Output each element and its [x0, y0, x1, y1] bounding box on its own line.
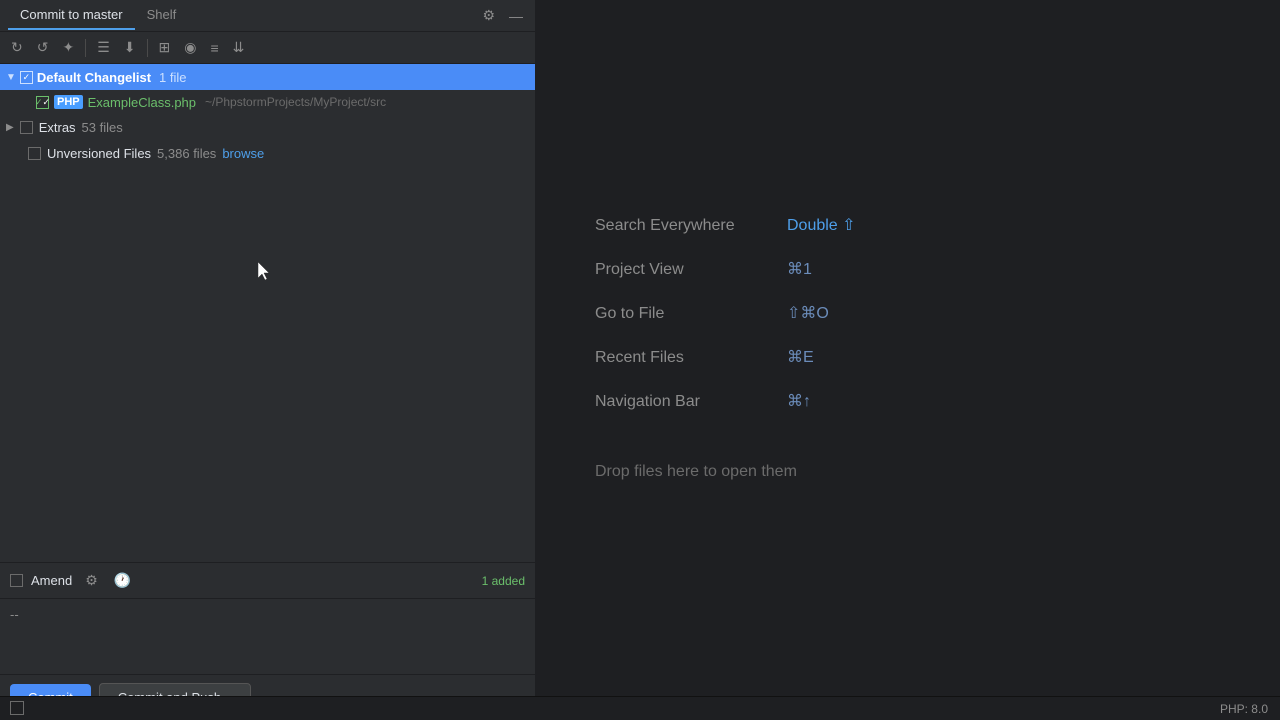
refresh-button[interactable]: ↻ — [6, 36, 28, 59]
php-file-icon: PHP — [54, 95, 83, 109]
project-key: ⌘1 — [787, 259, 812, 279]
amend-settings-icon[interactable]: ⚙ — [80, 569, 103, 592]
pin-button[interactable]: ✦ — [57, 36, 79, 59]
go-to-file-label: Go to File — [595, 305, 775, 323]
shortcut-row-nav: Navigation Bar ⌘↑ — [595, 391, 811, 411]
tree-view-button[interactable]: ⊞ — [154, 36, 176, 59]
unversioned-checkbox[interactable] — [28, 147, 41, 160]
download-button[interactable]: ⬇ — [119, 36, 141, 59]
tab-shelf[interactable]: Shelf — [135, 1, 189, 30]
settings-icon[interactable]: ⚙ — [478, 5, 499, 26]
left-panel: Commit to master Shelf ⚙ — ↻ ↺ ✦ ☰ ⬇ ⊞ ◉… — [0, 0, 535, 720]
project-view-label: Project View — [595, 261, 775, 279]
extras-chevron-icon: ▶ — [6, 122, 14, 133]
file-path: ~/PhpstormProjects/MyProject/src — [205, 95, 386, 109]
recent-files-label: Recent Files — [595, 349, 775, 367]
go-to-file-keys: ⇧⌘O — [787, 303, 829, 323]
recent-files-keys: ⌘E — [787, 347, 814, 367]
changelist-checkbox[interactable] — [20, 71, 33, 84]
amend-icons: ⚙ 🕐 — [80, 569, 136, 592]
file-tree: ▼ Default Changelist 1 file ✓ PHP Exampl… — [0, 64, 535, 562]
php-version-status: PHP: 8.0 — [1220, 702, 1268, 716]
amend-label: Amend — [31, 573, 72, 588]
navigation-bar-key: ⌘↑ — [787, 391, 811, 411]
navigation-bar-keys: ⌘↑ — [787, 391, 811, 411]
status-checkbox[interactable] — [10, 701, 24, 715]
changelist-label: Default Changelist — [37, 70, 151, 85]
shortcut-row-project: Project View ⌘1 — [595, 259, 812, 279]
toolbar: ↻ ↺ ✦ ☰ ⬇ ⊞ ◉ ≡ ⇊ — [0, 32, 535, 64]
preview-button[interactable]: ◉ — [179, 36, 201, 59]
amend-history-icon[interactable]: 🕐 — [109, 569, 136, 592]
chevron-down-icon: ▼ — [6, 72, 16, 83]
minimize-icon[interactable]: — — [505, 6, 527, 26]
file-checkbox[interactable]: ✓ — [36, 96, 49, 109]
project-view-keys: ⌘1 — [787, 259, 812, 279]
search-key: Double ⇧ — [787, 215, 856, 235]
browse-link[interactable]: browse — [222, 146, 264, 161]
file-row[interactable]: ✓ PHP ExampleClass.php ~/PhpstormProject… — [0, 90, 535, 114]
toolbar-separator-2 — [147, 39, 148, 57]
drop-files-row: Drop files here to open them — [595, 451, 797, 481]
commit-message-input[interactable]: -- — [0, 599, 535, 669]
search-everywhere-label: Search Everywhere — [595, 217, 775, 235]
unversioned-row[interactable]: Unversioned Files 5,386 files browse — [0, 140, 535, 166]
amend-left: Amend ⚙ 🕐 — [10, 569, 136, 592]
file-name: ExampleClass.php — [88, 95, 196, 110]
extras-checkbox[interactable] — [20, 121, 33, 134]
toolbar-separator-1 — [85, 39, 86, 57]
recent-files-key: ⌘E — [787, 347, 814, 367]
amend-bar: Amend ⚙ 🕐 1 added — [0, 562, 535, 598]
search-everywhere-keys: Double ⇧ — [787, 215, 856, 235]
list-view-button[interactable]: ≡ — [205, 37, 223, 59]
diff-button[interactable]: ☰ — [92, 36, 115, 59]
extras-label: Extras — [39, 120, 76, 135]
undo-button[interactable]: ↺ — [32, 36, 54, 59]
extras-row[interactable]: ▶ Extras 53 files — [0, 114, 535, 140]
unversioned-count: 5,386 files — [157, 146, 216, 161]
unversioned-label: Unversioned Files — [47, 146, 151, 161]
status-bar: PHP: 8.0 — [0, 696, 1280, 720]
expand-button[interactable]: ⇊ — [228, 36, 250, 59]
tabs-bar: Commit to master Shelf ⚙ — — [0, 0, 535, 32]
amend-checkbox[interactable] — [10, 574, 23, 587]
right-panel: Search Everywhere Double ⇧ Project View … — [535, 0, 1280, 720]
changelist-row[interactable]: ▼ Default Changelist 1 file — [0, 64, 535, 90]
shortcut-row-file: Go to File ⇧⌘O — [595, 303, 829, 323]
shortcut-row-recent: Recent Files ⌘E — [595, 347, 814, 367]
extras-count: 53 files — [82, 120, 123, 135]
navigation-bar-label: Navigation Bar — [595, 393, 775, 411]
added-badge: 1 added — [482, 574, 525, 588]
drop-files-text: Drop files here to open them — [595, 463, 797, 481]
go-to-file-key: ⇧⌘O — [787, 303, 829, 323]
shortcut-row-search: Search Everywhere Double ⇧ — [595, 215, 856, 235]
commit-message-area: -- — [0, 598, 535, 674]
tabs-right: ⚙ — — [478, 5, 527, 26]
tabs-left: Commit to master Shelf — [8, 1, 188, 30]
tab-commit[interactable]: Commit to master — [8, 1, 135, 30]
changelist-count: 1 file — [159, 70, 186, 85]
